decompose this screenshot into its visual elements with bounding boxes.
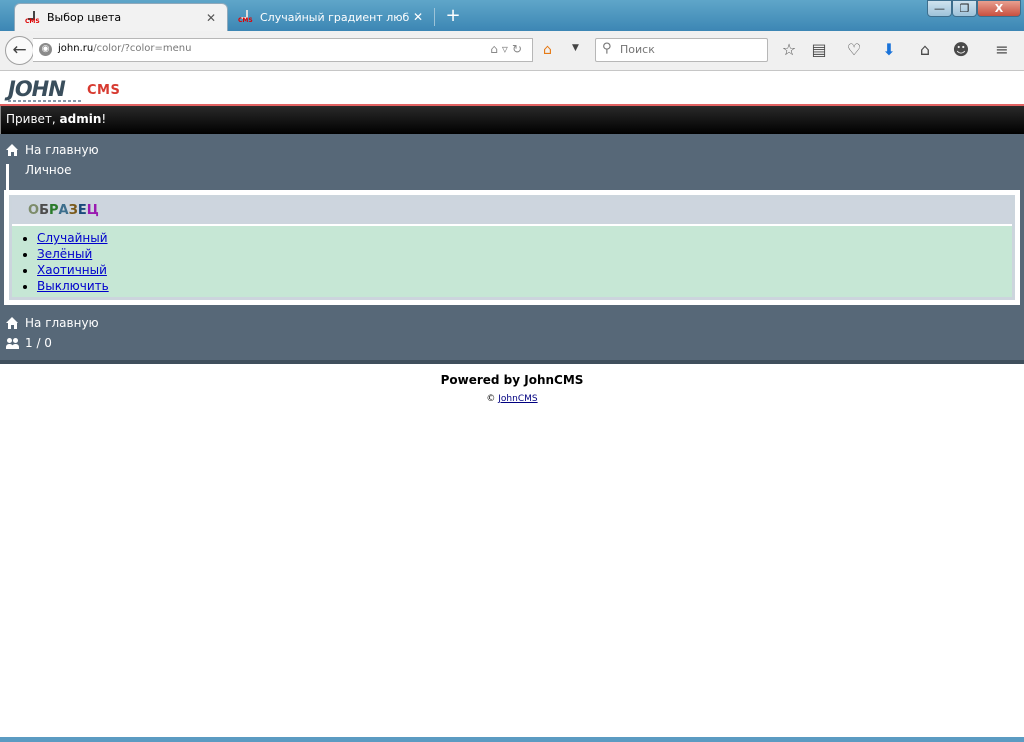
nav-personal-label: Личное [25, 163, 72, 177]
title-bar: CMS Выбор цвета ✕ CMS Случайный градиент… [0, 0, 1024, 31]
bottom-nav-home-label: На главную [25, 316, 99, 330]
grid-icon [6, 163, 19, 191]
dropdown-icon[interactable]: ▿ [502, 42, 512, 56]
home-icon [6, 316, 19, 330]
sample-letter: З [68, 203, 78, 218]
option-green-link[interactable]: Зелёный [37, 247, 92, 261]
option-random-link[interactable]: Случайный [37, 231, 108, 245]
url-path: /color/?color=menu [93, 43, 192, 54]
globe-icon: ◉ [39, 43, 52, 56]
options-list: Случайный Зелёный Хаотичный Выключить [12, 226, 1012, 297]
search-icon: ⚲ [602, 41, 612, 56]
url-text: john.ru/color/?color=menu [58, 43, 191, 54]
sample-letter: Р [48, 203, 59, 218]
back-button[interactable]: ← [5, 36, 34, 65]
list-item: Зелёный [37, 246, 1012, 262]
site-logo[interactable]: JOHN CMS [0, 71, 1024, 106]
top-nav: На главную Личное [0, 134, 1024, 191]
chevron-down-icon[interactable]: ▼ [572, 43, 579, 53]
close-tab-icon[interactable]: ✕ [410, 10, 426, 24]
maximize-button[interactable]: ❐ [952, 0, 977, 17]
bottom-nav: На главную 1 / 0 [0, 309, 1024, 360]
option-off-link[interactable]: Выключить [37, 279, 109, 293]
url-host: john.ru [58, 43, 94, 54]
logo-john: JOHN [8, 77, 66, 101]
sample-letter: Е [77, 203, 87, 218]
addon-home-icon[interactable]: ⌂ [543, 42, 561, 59]
users-icon [6, 337, 19, 350]
close-window-button[interactable]: X [977, 0, 1021, 17]
tab-title: Случайный градиент любог... [260, 10, 410, 24]
tab-separator [434, 8, 435, 26]
copyright: © JohnCMS [0, 394, 1024, 404]
option-chaotic-link[interactable]: Хаотичный [37, 263, 107, 277]
footer: Powered by JohnCMS © JohnCMS [0, 360, 1024, 404]
sample-letter: А [58, 203, 69, 218]
online-count: 1 / 0 [25, 336, 52, 350]
url-actions: ⌂▿↻ [490, 42, 526, 56]
close-tab-icon[interactable]: ✕ [203, 11, 219, 25]
pocket-icon[interactable]: ♡ [844, 40, 864, 60]
greeting-suffix: ! [101, 112, 107, 126]
menu-icon[interactable]: ≡ [992, 40, 1012, 60]
list-item: Хаотичный [37, 262, 1012, 278]
list-item: Выключить [37, 278, 1012, 294]
url-bar[interactable]: ◉ john.ru/color/?color=menu ⌂▿↻ [33, 38, 533, 62]
greeting-prefix: Привет, [6, 112, 60, 126]
download-icon[interactable]: ⬇ [879, 40, 899, 60]
copyright-symbol: © [486, 394, 496, 404]
bottom-nav-home[interactable]: На главную [6, 313, 1018, 333]
new-tab-button[interactable]: + [443, 6, 463, 26]
taskbar-strip [0, 737, 1024, 742]
logo-cms: CMS [87, 83, 121, 98]
sample-letter: Б [39, 203, 49, 218]
search-box[interactable]: ⚲ [595, 38, 768, 62]
online-counter[interactable]: 1 / 0 [6, 333, 1018, 353]
content-box: ОБРАЗЕЦ Случайный Зелёный Хаотичный Выкл… [4, 190, 1020, 305]
nav-personal[interactable]: Личное [6, 160, 1018, 191]
bookmark-star-icon[interactable]: ☆ [779, 40, 799, 60]
tab-title: Выбор цвета [47, 11, 122, 24]
greeting-user: admin [59, 112, 102, 126]
johncms-link[interactable]: JohnCMS [498, 394, 537, 404]
color-selector: ОБРАЗЕЦ Случайный Зелёный Хаотичный Выкл… [9, 195, 1015, 300]
tab-inactive[interactable]: CMS Случайный градиент любог... ✕ [228, 3, 434, 31]
logo-stripe [8, 100, 83, 102]
list-item: Случайный [37, 230, 1012, 246]
johncms-favicon-icon: CMS [238, 10, 254, 24]
search-input[interactable] [618, 42, 762, 57]
page-content: JOHN CMS Привет, admin! На главную Лично… [0, 71, 1024, 404]
sample-header: ОБРАЗЕЦ [12, 198, 1012, 226]
reload-icon[interactable]: ↻ [512, 42, 526, 56]
minimize-button[interactable]: — [927, 0, 952, 17]
tab-active[interactable]: CMS Выбор цвета ✕ [14, 3, 228, 31]
powered-by: Powered by JohnCMS [440, 373, 584, 387]
johncms-favicon-icon: CMS [25, 10, 41, 25]
sample-letter: О [28, 203, 40, 218]
home-icon [6, 143, 19, 157]
back-arrow-icon: ← [12, 40, 27, 60]
nav-home[interactable]: На главную [6, 140, 1018, 160]
main-panel: ОБРАЗЕЦ Случайный Зелёный Хаотичный Выкл… [0, 184, 1024, 309]
navigation-toolbar: ← ◉ john.ru/color/?color=menu ⌂▿↻ ⌂ ▼ ⚲ … [0, 31, 1024, 71]
home-icon[interactable]: ⌂ [915, 40, 935, 60]
sample-letter: Ц [86, 203, 99, 218]
greeting-bar: Привет, admin! [0, 106, 1024, 134]
smiley-icon[interactable]: ☻ [951, 40, 971, 60]
reading-list-icon[interactable]: ▤ [809, 40, 829, 60]
nav-home-label: На главную [25, 143, 99, 157]
home-lock-icon[interactable]: ⌂ [490, 42, 502, 56]
